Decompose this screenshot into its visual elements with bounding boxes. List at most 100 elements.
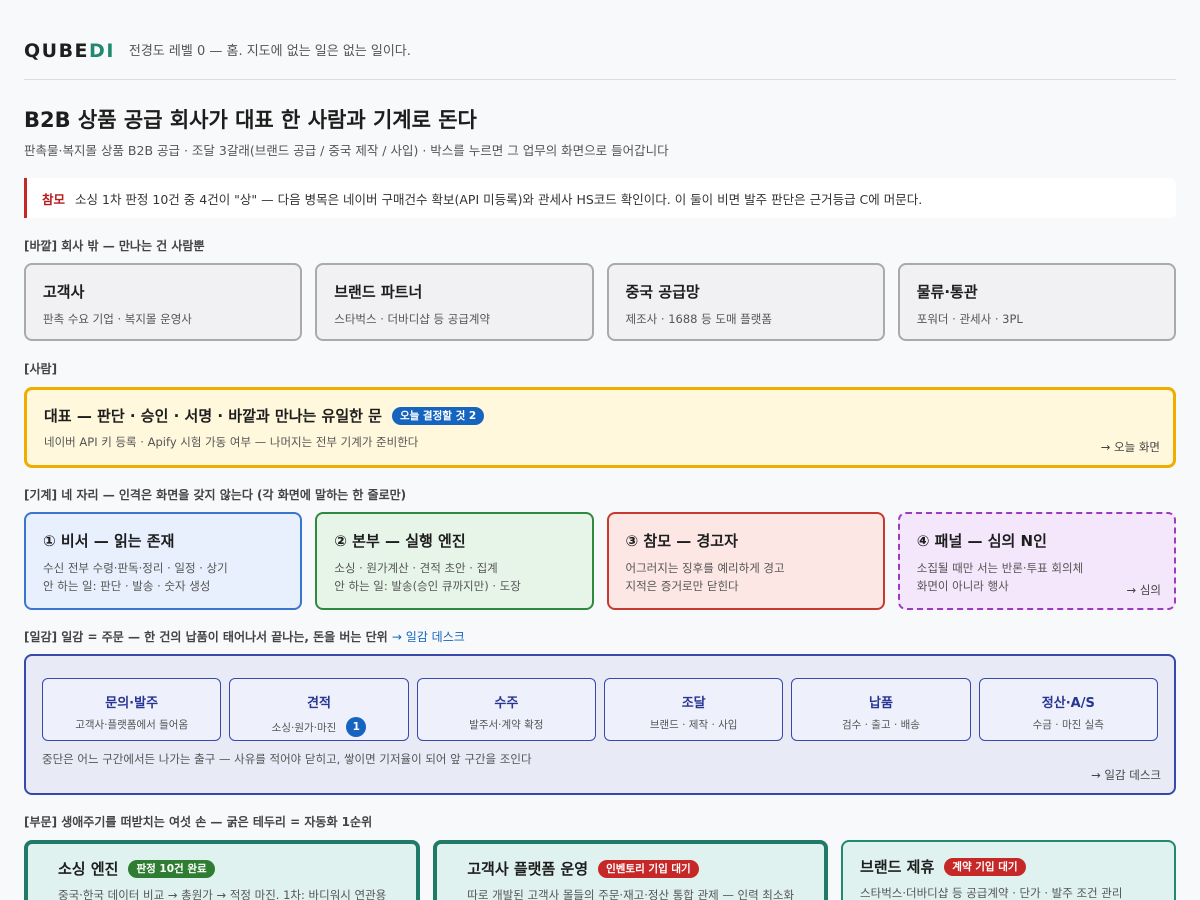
dept-title: 고객사 플랫폼 운영	[467, 860, 589, 878]
deliberation-link[interactable]: → 심의	[1127, 582, 1161, 598]
advisor-alert: 참모 소싱 1차 판정 10건 중 4건이 "상" — 다음 병목은 네이버 구…	[24, 178, 1176, 218]
card-line: 소싱 · 원가계산 · 견적 초안 · 집계	[334, 561, 498, 575]
card-title: 물류·통관	[916, 283, 978, 301]
dept-title-row: 소싱 엔진 판정 10건 완료	[58, 858, 386, 879]
card-line: 수신 전부 수령·판독·정리 · 일정 · 상기	[43, 561, 228, 575]
dept-desc: 따로 개발된 고객사 몰들의 주문·재고·정산 통합 관제 — 인력 최소화	[467, 888, 795, 900]
dept-desc: 스타벅스·더바디샵 등 공급계약 · 단가 · 발주 조건 관리	[860, 886, 1123, 900]
stage-name: 납품	[869, 696, 893, 711]
card-title: ② 본부 — 실행 엔진	[334, 532, 466, 550]
stage-order[interactable]: 수주 발주서·계약 확정	[416, 678, 596, 741]
card-desc: 포워더 · 관세사 · 3PL	[916, 312, 1023, 326]
stage-desc-row: 수금 · 마진 실측	[980, 717, 1157, 732]
logo-accent: DI	[89, 40, 115, 62]
card-desc: 판촉 수요 기업 · 복지몰 운영사	[43, 312, 192, 326]
page: QUBE DI 전경도 레벨 0 — 홈. 지도에 없는 일은 없는 일이다. B…	[0, 0, 1200, 900]
decision-badge: 오늘 결정할 것 2	[391, 406, 485, 425]
stage-desc: 브랜드 · 제작 · 사입	[649, 719, 738, 731]
stage-row: 문의·발주 고객사·플랫폼에서 들어옴 견적 소싱·원가·마진 1 수주 발주서·…	[42, 678, 1158, 741]
stage-procurement[interactable]: 조달 브랜드 · 제작 · 사입	[603, 678, 784, 741]
stage-name: 문의·발주	[105, 696, 159, 711]
outside-card-brand-partners[interactable]: 브랜드 파트너 스타벅스 · 더바디샵 등 공급계약	[315, 263, 594, 341]
card-line: 소집될 때만 서는 반론·투표 회의체	[916, 561, 1084, 575]
machine-card-secretary[interactable]: ① 비서 — 읽는 존재 수신 전부 수령·판독·정리 · 일정 · 상기 안 …	[24, 512, 303, 610]
stage-name: 견적	[307, 696, 331, 711]
ilgam-panel: 문의·발주 고객사·플랫폼에서 들어옴 견적 소싱·원가·마진 1 수주 발주서·…	[24, 654, 1176, 795]
page-title: B2B 상품 공급 회사가 대표 한 사람과 기계로 돈다	[24, 108, 477, 132]
dept-status-badge: 판정 10건 완료	[128, 859, 215, 878]
stage-desc: 소싱·원가·마진	[271, 721, 337, 734]
stage-name: 조달	[681, 696, 706, 711]
section-machines-label: [기계] 네 자리 — 인격은 화면을 갖지 않는다 (각 화면에 말하는 한 …	[24, 488, 407, 502]
dept-title: 소싱 엔진	[58, 860, 119, 878]
alert-text: 소싱 1차 판정 10건 중 4건이 "상" — 다음 병목은 네이버 구매건수…	[75, 191, 923, 207]
stage-name: 정산·A/S	[1041, 696, 1095, 711]
card-title: 브랜드 파트너	[334, 283, 423, 301]
section-people-label: [사람]	[24, 362, 58, 376]
dept-status-badge: 인벤토리 기입 대기	[598, 859, 699, 878]
outside-card-customers[interactable]: 고객사 판촉 수요 기업 · 복지몰 운영사	[24, 263, 303, 341]
dept-title-row: 고객사 플랫폼 운영 인벤토리 기입 대기	[467, 858, 794, 879]
stage-desc: 검수 · 출고 · 배송	[841, 719, 920, 731]
dept-status-badge: 계약 기입 대기	[944, 857, 1026, 876]
section-depts-label: [부문] 생애주기를 떠받치는 여섯 손 — 굵은 테두리 = 자동화 1순위	[24, 815, 373, 829]
card-desc: 제조사 · 1688 등 도매 플랫폼	[625, 312, 772, 326]
ceo-title: 대표 — 판단 · 승인 · 서명 · 바깥과 만나는 유일한 문	[44, 407, 382, 425]
card-line: 화면이 아니라 행사	[916, 579, 1009, 593]
ilgam-label-text: [일감] 일감 = 주문 — 한 건의 납품이 태어나서 끝나는, 돈을 버는 …	[24, 630, 388, 644]
card-title: 중국 공급망	[625, 283, 700, 301]
dept-card-brand-alliance[interactable]: 브랜드 제휴 계약 기입 대기 스타벅스·더바디샵 등 공급계약 · 단가 · …	[841, 840, 1176, 900]
stage-desc: 발주서·계약 확정	[469, 719, 544, 731]
today-screen-link[interactable]: → 오늘 화면	[1101, 439, 1160, 455]
machines-row: ① 비서 — 읽는 존재 수신 전부 수령·판독·정리 · 일정 · 상기 안 …	[24, 512, 1176, 610]
stage-name: 수주	[494, 696, 519, 711]
card-line: 어그러지는 징후를 예리하게 경고	[625, 561, 785, 575]
outside-row: 고객사 판촉 수요 기업 · 복지몰 운영사 브랜드 파트너 스타벅스 · 더바…	[24, 263, 1176, 341]
card-line: 안 하는 일: 판단 · 발송 · 숫자 생성	[43, 579, 211, 593]
machine-card-panel[interactable]: ④ 패널 — 심의 N인 소집될 때만 서는 반론·투표 회의체 화면이 아니라…	[897, 512, 1176, 610]
card-title: ① 비서 — 읽는 존재	[43, 532, 175, 550]
ceo-title-row: 대표 — 판단 · 승인 · 서명 · 바깥과 만나는 유일한 문 오늘 결정할…	[44, 405, 1156, 426]
ilgam-desk-link-top[interactable]: → 일감 데스크	[392, 630, 465, 644]
card-line: 지적은 증거로만 닫힌다	[625, 579, 739, 593]
outside-card-china-supply[interactable]: 중국 공급망 제조사 · 1688 등 도매 플랫폼	[606, 263, 885, 341]
stage-count-badge: 1	[346, 717, 367, 737]
card-title: ③ 참모 — 경고자	[625, 532, 738, 550]
stage-desc-row: 고객사·플랫폼에서 들어옴	[43, 717, 220, 732]
section-outside-label: [바깥] 회사 밖 — 만나는 건 사람뿐	[24, 239, 205, 253]
stage-desc-row: 발주서·계약 확정	[418, 717, 595, 732]
stage-quote[interactable]: 견적 소싱·원가·마진 1	[229, 678, 409, 741]
ilgam-note: 중단은 어느 구간에서든 나가는 출구 — 사유를 적어야 닫히고, 쌓이면 기…	[42, 752, 532, 766]
dept-row: 소싱 엔진 판정 10건 완료 중국·한국 데이터 비교 → 총원가 → 적정 …	[24, 840, 1176, 900]
outside-card-logistics[interactable]: 물류·통관 포워더 · 관세사 · 3PL	[897, 263, 1176, 341]
machine-card-advisor[interactable]: ③ 참모 — 경고자 어그러지는 징후를 예리하게 경고 지적은 증거로만 닫힌…	[606, 512, 885, 610]
logo[interactable]: QUBE DI	[24, 34, 115, 68]
dept-card-customer-platform[interactable]: 고객사 플랫폼 운영 인벤토리 기입 대기 따로 개발된 고객사 몰들의 주문·…	[433, 840, 829, 900]
machine-card-headquarters[interactable]: ② 본부 — 실행 엔진 소싱 · 원가계산 · 견적 초안 · 집계 안 하는…	[315, 512, 594, 610]
dept-card-sourcing-engine[interactable]: 소싱 엔진 판정 10건 완료 중국·한국 데이터 비교 → 총원가 → 적정 …	[24, 840, 421, 900]
stage-delivery[interactable]: 납품 검수 · 출고 · 배송	[791, 678, 971, 741]
card-desc: 스타벅스 · 더바디샵 등 공급계약	[334, 312, 491, 326]
top-bar: QUBE DI 전경도 레벨 0 — 홈. 지도에 없는 일은 없는 일이다.	[24, 34, 1176, 80]
dept-title-row: 브랜드 제휴 계약 기입 대기	[860, 856, 1157, 877]
logo-main: QUBE	[24, 40, 90, 62]
stage-inquiry[interactable]: 문의·발주 고객사·플랫폼에서 들어옴	[42, 678, 222, 741]
ilgam-desk-link[interactable]: → 일감 데스크	[1091, 767, 1161, 783]
dept-desc: 중국·한국 데이터 비교 → 총원가 → 적정 마진. 1차: 바디워시 연관용	[58, 888, 387, 900]
ceo-desc: 네이버 API 키 등록 · Apify 시험 가동 여부 — 나머지는 전부 …	[44, 435, 419, 449]
page-subtitle: 판촉물·복지몰 상품 B2B 공급 · 조달 3갈래(브랜드 공급 / 중국 제…	[24, 143, 669, 158]
card-line: 안 하는 일: 발송(승인 큐까지만) · 도장	[334, 579, 521, 593]
tagline: 전경도 레벨 0 — 홈. 지도에 없는 일은 없는 일이다.	[128, 44, 411, 59]
stage-desc-row: 검수 · 출고 · 배송	[792, 717, 969, 732]
stage-settlement[interactable]: 정산·A/S 수금 · 마진 실측	[978, 678, 1158, 741]
stage-desc: 고객사·플랫폼에서 들어옴	[75, 719, 189, 731]
stage-desc-row: 소싱·원가·마진 1	[230, 717, 407, 737]
card-title: 고객사	[43, 283, 85, 301]
alert-tag: 참모	[42, 191, 66, 207]
stage-desc-row: 브랜드 · 제작 · 사입	[605, 717, 782, 732]
stage-desc: 수금 · 마진 실측	[1032, 719, 1104, 731]
ceo-card[interactable]: 대표 — 판단 · 승인 · 서명 · 바깥과 만나는 유일한 문 오늘 결정할…	[24, 387, 1176, 468]
section-ilgam-label: [일감] 일감 = 주문 — 한 건의 납품이 태어나서 끝나는, 돈을 버는 …	[24, 628, 465, 645]
card-title: ④ 패널 — 심의 N인	[916, 532, 1047, 550]
dept-title: 브랜드 제휴	[860, 858, 935, 876]
